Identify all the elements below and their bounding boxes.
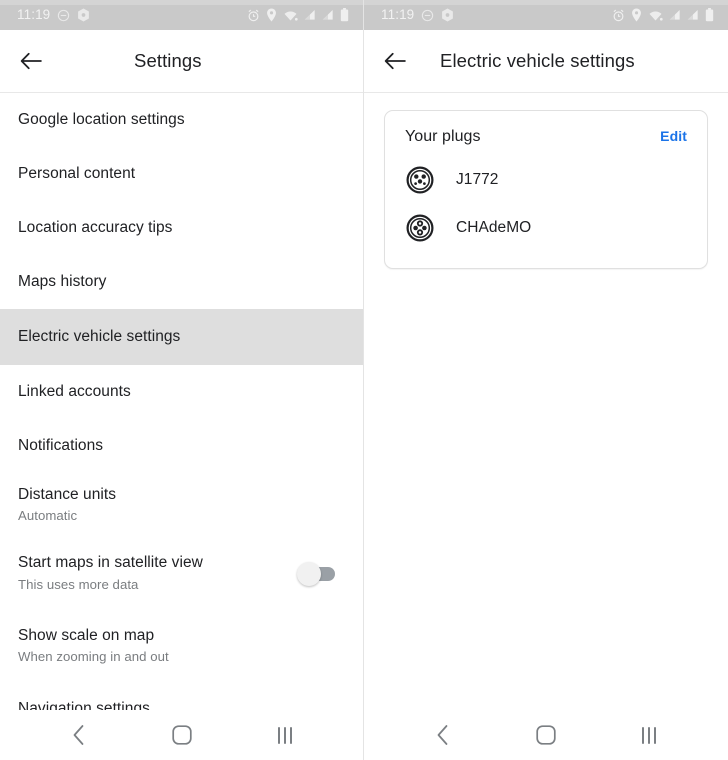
back-button-settings[interactable] bbox=[18, 48, 44, 74]
status-bar-right: 11:19 bbox=[364, 0, 728, 30]
plug-name: CHAdeMO bbox=[456, 219, 532, 236]
alarm-icon bbox=[247, 9, 260, 22]
plug-chademo-icon bbox=[405, 213, 435, 243]
nav-back-button[interactable] bbox=[55, 711, 103, 759]
status-bar-left-group: 11:19 bbox=[381, 8, 454, 22]
status-bar-right-group bbox=[247, 8, 349, 22]
list-item-title: Linked accounts bbox=[18, 383, 131, 401]
signal-bars-2-icon bbox=[687, 9, 699, 21]
sidebar-item-google-location-settings[interactable]: Google location settings bbox=[0, 93, 363, 147]
row-text: Personal content bbox=[18, 164, 345, 183]
android-nav-bar-right bbox=[364, 710, 728, 760]
back-arrow-icon bbox=[384, 52, 406, 70]
list-item-title: Show scale on map bbox=[18, 626, 155, 644]
row-text: Location accuracy tips bbox=[18, 218, 345, 237]
plug-name: J1772 bbox=[456, 171, 499, 188]
list-item-title: Location accuracy tips bbox=[18, 219, 173, 237]
sidebar-item-notifications[interactable]: Notifications bbox=[0, 419, 363, 473]
signal-bars-2-icon bbox=[322, 9, 334, 21]
wifi-icon bbox=[283, 9, 298, 22]
left-panel-settings: 11:19 Settings Google location settings … bbox=[0, 0, 364, 760]
sidebar-item-electric-vehicle-settings[interactable]: Electric vehicle settings bbox=[0, 309, 363, 365]
battery-icon bbox=[705, 8, 714, 22]
back-chevron-icon bbox=[73, 725, 84, 745]
status-bar-clock: 11:19 bbox=[381, 7, 415, 23]
status-bar-right-group bbox=[612, 8, 714, 22]
sidebar-item-distance-units[interactable]: Distance units Automatic bbox=[0, 473, 363, 537]
edit-plugs-button[interactable]: Edit bbox=[660, 128, 687, 144]
nav-home-button[interactable] bbox=[522, 711, 570, 759]
row-text: Electric vehicle settings bbox=[18, 327, 345, 346]
list-item-title: Start maps in satellite view bbox=[18, 554, 203, 572]
row-text: Show scale on map When zooming in and ou… bbox=[18, 626, 345, 666]
right-panel-ev-settings: 11:19 Electric vehicle settings Your plu… bbox=[364, 0, 728, 760]
row-text: Maps history bbox=[18, 272, 345, 291]
plug-list-item-chademo[interactable]: CHAdeMO bbox=[405, 204, 687, 252]
sidebar-item-location-accuracy-tips[interactable]: Location accuracy tips bbox=[0, 201, 363, 255]
location-pin-icon bbox=[266, 8, 277, 22]
list-item-title: Electric vehicle settings bbox=[18, 328, 181, 346]
back-arrow-icon bbox=[20, 52, 42, 70]
signal-bars-icon bbox=[304, 9, 316, 21]
row-text: Linked accounts bbox=[18, 382, 345, 401]
sidebar-item-linked-accounts[interactable]: Linked accounts bbox=[0, 365, 363, 419]
recents-bars-icon bbox=[641, 726, 656, 744]
android-nav-bar-left bbox=[0, 710, 363, 760]
nav-back-button[interactable] bbox=[419, 711, 467, 759]
sidebar-item-maps-history[interactable]: Maps history bbox=[0, 255, 363, 309]
settings-list[interactable]: Google location settings Personal conten… bbox=[0, 93, 363, 760]
sidebar-item-personal-content[interactable]: Personal content bbox=[0, 147, 363, 201]
vpn-hexagon-icon bbox=[77, 8, 90, 22]
status-bar-left: 11:19 bbox=[0, 0, 363, 30]
alarm-icon bbox=[612, 9, 625, 22]
toggle-knob bbox=[297, 561, 321, 586]
battery-icon bbox=[340, 8, 349, 22]
nav-home-button[interactable] bbox=[158, 711, 206, 759]
row-text: Distance units Automatic bbox=[18, 485, 345, 525]
row-text: Google location settings bbox=[18, 110, 345, 129]
list-item-title: Maps history bbox=[18, 273, 107, 291]
list-item-title: Notifications bbox=[18, 437, 104, 455]
sidebar-item-start-maps-in-satellite-view[interactable]: Start maps in satellite view This uses m… bbox=[0, 537, 363, 610]
status-bar-left-group: 11:19 bbox=[17, 8, 90, 22]
back-chevron-icon bbox=[437, 725, 448, 745]
nav-recents-button[interactable] bbox=[261, 711, 309, 759]
list-item-subtitle: When zooming in and out bbox=[18, 649, 169, 665]
list-item-title: Personal content bbox=[18, 165, 136, 183]
satellite-view-toggle[interactable] bbox=[297, 561, 335, 586]
page-title-ev-settings: Electric vehicle settings bbox=[440, 50, 635, 71]
status-bar-clock: 11:19 bbox=[17, 7, 51, 23]
list-item-title: Google location settings bbox=[18, 111, 185, 129]
list-item-subtitle: Automatic bbox=[18, 508, 78, 524]
plug-j1772-icon bbox=[405, 165, 435, 195]
wifi-icon bbox=[648, 9, 663, 22]
home-square-icon bbox=[172, 725, 192, 745]
do-not-disturb-icon bbox=[57, 9, 70, 22]
list-item-title: Distance units bbox=[18, 485, 117, 503]
back-button-ev-settings[interactable] bbox=[382, 48, 408, 74]
screenshot-root: 11:19 Settings Google location settings … bbox=[0, 0, 728, 760]
your-plugs-card: Your plugs Edit J1772 CHAdeMO bbox=[384, 110, 708, 269]
left-appbar: Settings bbox=[0, 30, 363, 93]
ev-settings-content: Your plugs Edit J1772 CHAdeMO bbox=[364, 93, 728, 760]
signal-bars-icon bbox=[669, 9, 681, 21]
row-text: Start maps in satellite view This uses m… bbox=[18, 553, 299, 593]
card-title-your-plugs: Your plugs bbox=[405, 128, 481, 145]
page-title-settings: Settings bbox=[134, 50, 202, 71]
vpn-hexagon-icon bbox=[441, 8, 454, 22]
right-appbar: Electric vehicle settings bbox=[364, 30, 728, 93]
recents-bars-icon bbox=[277, 726, 292, 744]
do-not-disturb-icon bbox=[421, 9, 434, 22]
location-pin-icon bbox=[631, 8, 642, 22]
sidebar-item-show-scale-on-map[interactable]: Show scale on map When zooming in and ou… bbox=[0, 610, 363, 682]
home-square-icon bbox=[536, 725, 556, 745]
plug-list-item-j1772[interactable]: J1772 bbox=[405, 156, 687, 204]
card-header: Your plugs Edit bbox=[405, 128, 687, 146]
nav-recents-button[interactable] bbox=[625, 711, 673, 759]
row-text: Notifications bbox=[18, 436, 345, 455]
list-item-subtitle: This uses more data bbox=[18, 576, 139, 592]
